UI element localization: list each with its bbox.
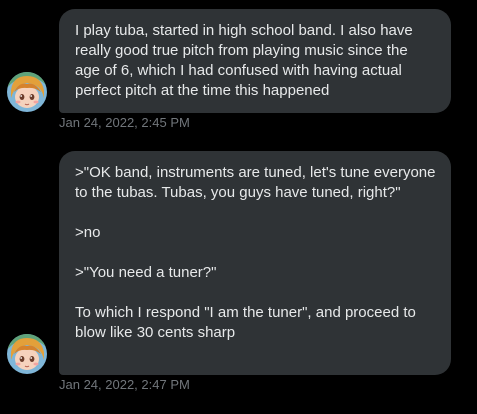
message-text: To which I respond "I am the tuner", and… bbox=[75, 304, 416, 341]
sender-avatar[interactable] bbox=[7, 72, 47, 112]
message-timestamp: Jan 24, 2022, 2:45 PM bbox=[59, 115, 190, 130]
sender-avatar[interactable] bbox=[7, 334, 47, 374]
message-bubble[interactable]: I play tuba, started in high school band… bbox=[59, 9, 451, 113]
message-bubble[interactable]: >"OK band, instruments are tuned, let's … bbox=[59, 151, 451, 375]
message-text: >"You need a tuner?" bbox=[75, 264, 217, 281]
message-text: >"OK band, instruments are tuned, let's … bbox=[75, 164, 436, 201]
anime-avatar-icon bbox=[7, 72, 47, 112]
message-timestamp: Jan 24, 2022, 2:47 PM bbox=[59, 377, 190, 392]
anime-avatar-icon bbox=[7, 334, 47, 374]
dm-thread: I play tuba, started in high school band… bbox=[0, 0, 477, 414]
message-text: I play tuba, started in high school band… bbox=[75, 22, 413, 99]
message-text: >no bbox=[75, 224, 101, 241]
